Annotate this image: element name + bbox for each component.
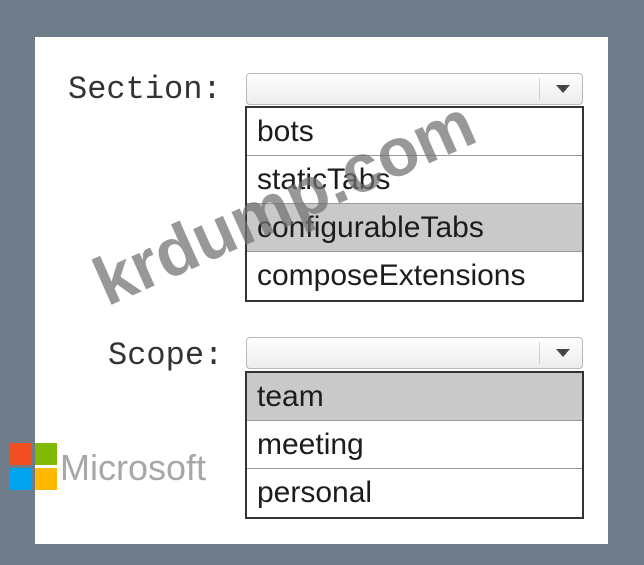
section-dropdown[interactable] (246, 73, 583, 105)
section-option-configurable-tabs[interactable]: configurableTabs (247, 204, 582, 252)
microsoft-logo-yellow-square (35, 468, 57, 490)
section-label: Section: (68, 71, 222, 108)
scope-option-team[interactable]: team (247, 373, 582, 421)
scope-option-personal[interactable]: personal (247, 469, 582, 517)
microsoft-logo-green-square (35, 443, 57, 465)
scope-option-meeting[interactable]: meeting (247, 421, 582, 469)
scope-listbox[interactable]: team meeting personal (245, 371, 584, 519)
microsoft-brand-text: Microsoft (60, 447, 207, 488)
scope-dropdown-divider (539, 342, 540, 364)
microsoft-logo-blue-square (10, 468, 32, 490)
section-option-bots[interactable]: bots (247, 108, 582, 156)
section-dropdown-divider (539, 78, 540, 100)
scope-dropdown[interactable] (246, 337, 583, 369)
section-option-compose-extensions[interactable]: composeExtensions (247, 252, 582, 300)
chevron-down-icon[interactable] (556, 85, 570, 93)
microsoft-logo-red-square (10, 443, 32, 465)
microsoft-logo-icon (10, 443, 57, 490)
section-listbox[interactable]: bots staticTabs configurableTabs compose… (245, 106, 584, 302)
section-option-static-tabs[interactable]: staticTabs (247, 156, 582, 204)
scope-label: Scope: (108, 337, 224, 374)
chevron-down-icon[interactable] (556, 349, 570, 357)
